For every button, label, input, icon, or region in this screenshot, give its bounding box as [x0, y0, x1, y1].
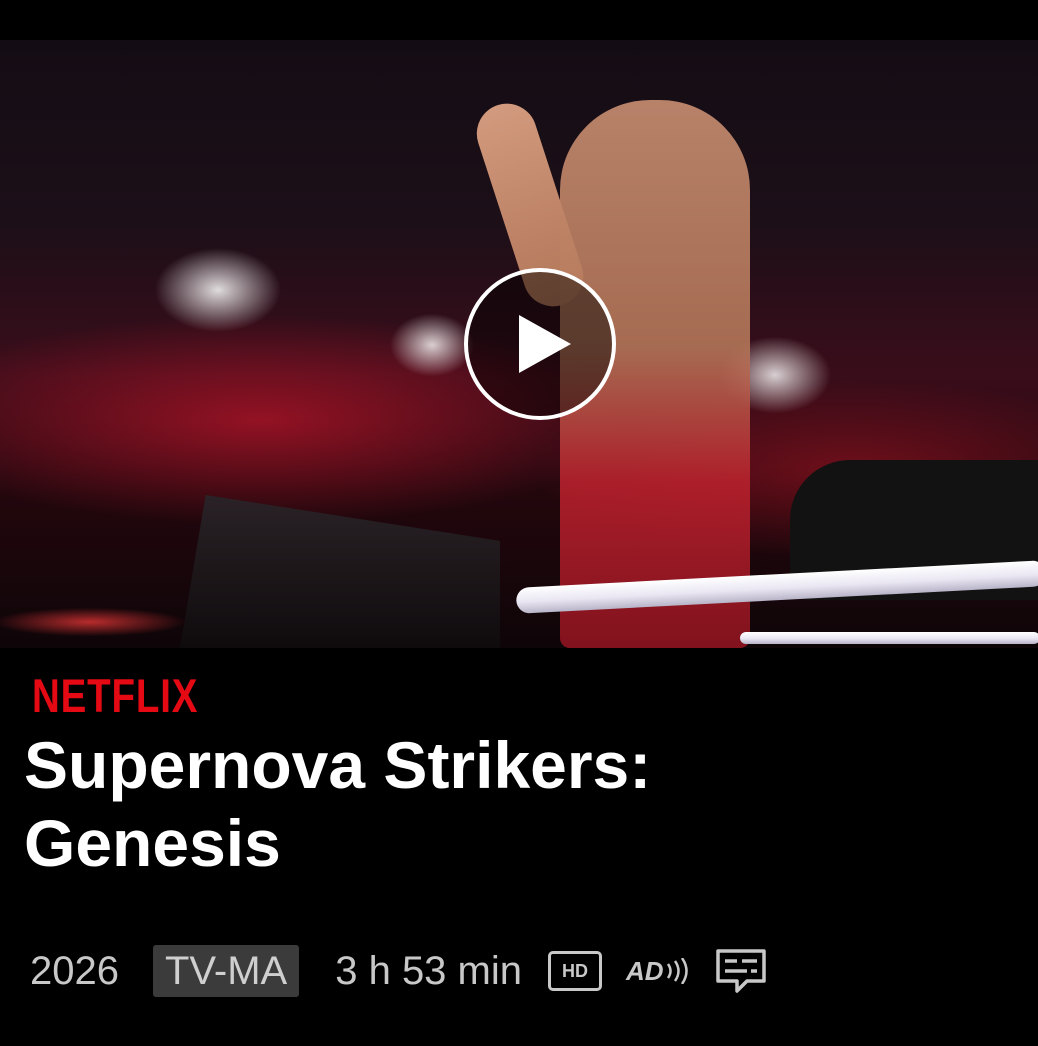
maturity-rating-badge: TV-MA — [152, 945, 300, 997]
title-line-1: Supernova Strikers: — [24, 728, 652, 802]
ring-corner — [180, 495, 500, 648]
audio-description-label: AD — [626, 955, 664, 986]
hd-badge: HD — [548, 951, 602, 991]
runtime: 3 h 53 min — [335, 948, 522, 993]
audio-description-icon: AD — [626, 956, 689, 987]
netflix-logo: NETFLIX — [32, 669, 199, 722]
crowd-lights — [0, 600, 200, 648]
sound-waves-icon — [666, 958, 688, 984]
title-line-2: Genesis — [24, 806, 281, 880]
subtitles-icon — [715, 948, 767, 994]
show-title: Supernova Strikers: Genesis — [24, 726, 1004, 882]
play-button[interactable] — [464, 268, 616, 420]
release-year: 2026 — [30, 948, 119, 993]
ring-rope — [740, 632, 1038, 644]
metadata-row: 2026 TV-MA 3 h 53 min HD AD — [30, 944, 767, 998]
play-icon — [519, 315, 571, 373]
